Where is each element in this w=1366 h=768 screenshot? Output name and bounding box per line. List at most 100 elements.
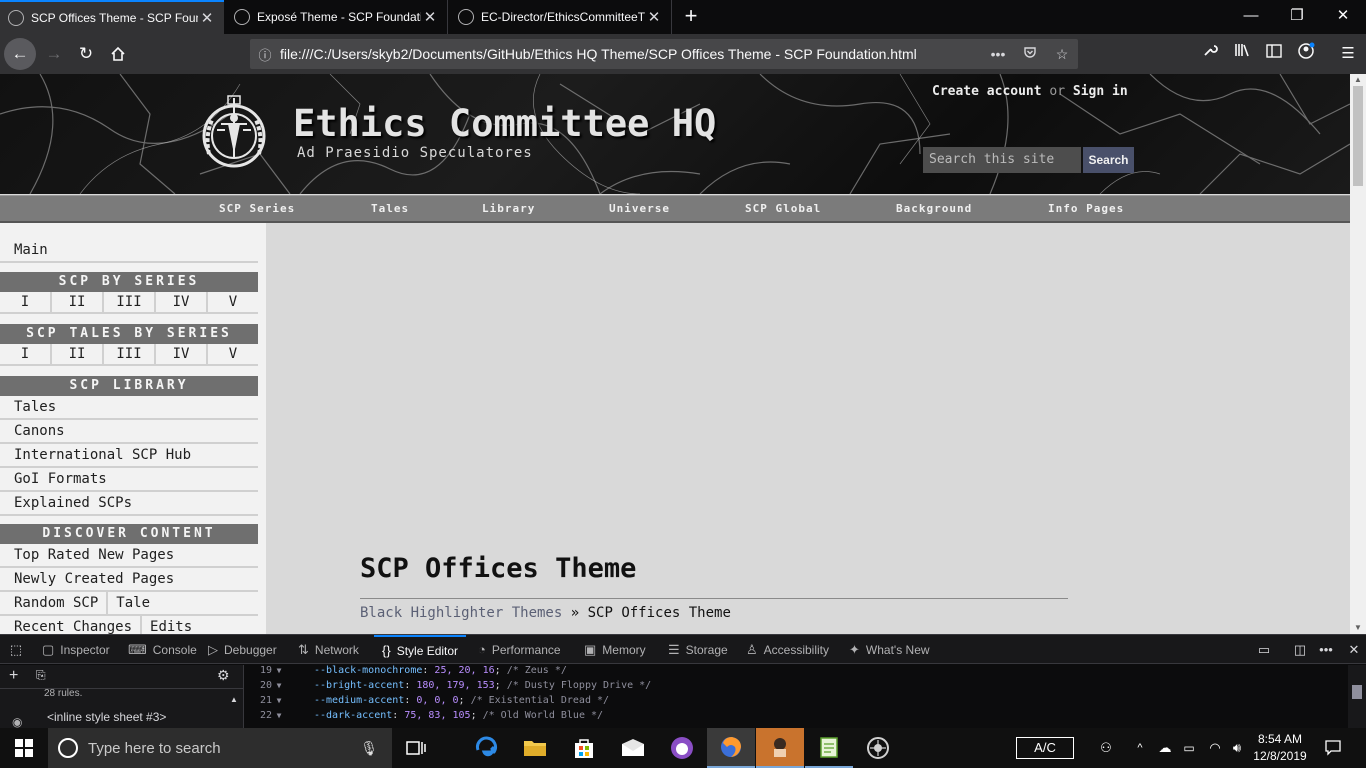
forward-button[interactable]: →	[38, 38, 70, 70]
create-account-link[interactable]: Create account	[932, 84, 1042, 99]
scroll-down-arrow-icon[interactable]: ▼	[1350, 622, 1366, 634]
devtools-tab-style-editor[interactable]: {} Style Editor	[374, 635, 467, 664]
toggle-visibility-eye-icon[interactable]: ◉	[12, 715, 22, 729]
tales-series-3-link[interactable]: III	[104, 344, 156, 364]
topnav-tales[interactable]: Tales	[371, 202, 409, 215]
new-stylesheet-icon[interactable]: +	[9, 667, 18, 685]
sidebar-item-tales[interactable]: Tales	[0, 396, 258, 420]
scroll-up-arrow-icon[interactable]: ▲	[1350, 74, 1366, 86]
topnav-scp-global[interactable]: SCP Global	[745, 202, 821, 215]
wifi-icon[interactable]: ◠	[1204, 728, 1226, 768]
close-devtools-icon[interactable]: ✕	[1344, 641, 1364, 659]
tales-series-4-link[interactable]: IV	[156, 344, 208, 364]
devtools-more-options-icon[interactable]: •••	[1316, 641, 1336, 659]
devtools-tab-network[interactable]: ⇅ Network	[298, 635, 359, 664]
fold-icon[interactable]: ▼	[272, 708, 286, 723]
bookmark-star-icon[interactable]: ☆	[1046, 46, 1078, 63]
new-tab-button[interactable]: +	[678, 4, 704, 30]
devtools-tab-accessibility[interactable]: ♙ Accessibility	[746, 635, 829, 664]
taskbar-file-explorer[interactable]	[511, 728, 559, 768]
sidebar-item-goi-formats[interactable]: GoI Formats	[0, 468, 258, 492]
topnav-universe[interactable]: Universe	[609, 202, 670, 215]
style-editor-code[interactable]: 19 ▼ --black-monochrome: 25, 20, 16; /* Ze…	[244, 665, 1348, 729]
close-tab-icon[interactable]: ✕	[645, 8, 663, 26]
fold-icon[interactable]: ▼	[272, 693, 286, 708]
url-text[interactable]: file:///C:/Users/skyb2/Documents/GitHub/…	[280, 46, 982, 62]
browser-tab-scp-offices[interactable]: SCP Offices Theme - SCP Foundation ✕	[0, 0, 224, 34]
dock-side-icon[interactable]: ◫	[1290, 641, 1310, 659]
back-button[interactable]: ←	[4, 38, 36, 70]
library-icon[interactable]	[1228, 42, 1256, 66]
settings-gear-icon[interactable]: ⚙	[217, 667, 230, 684]
taskbar-firefox[interactable]	[707, 728, 755, 768]
sidebar-item-random-tale[interactable]: Tale	[108, 592, 150, 614]
task-view-button[interactable]	[392, 728, 440, 768]
tales-series-5-link[interactable]: V	[208, 344, 258, 364]
devtools-tab-inspector[interactable]: ▢ Inspector	[42, 635, 110, 664]
devtools-tab-whats-new[interactable]: ✦ What's New	[849, 635, 930, 664]
sidebar-item-top-rated[interactable]: Top Rated New Pages	[0, 544, 258, 568]
element-picker-icon[interactable]: ⬚	[6, 641, 26, 659]
topnav-info-pages[interactable]: Info Pages	[1048, 202, 1124, 215]
battery-icon[interactable]: ▭	[1178, 728, 1200, 768]
sidebar-item-newly-created[interactable]: Newly Created Pages	[0, 568, 258, 592]
sidebar-item-edits[interactable]: Edits	[142, 616, 192, 634]
responsive-mode-icon[interactable]: ▭	[1254, 641, 1274, 659]
devtools-tab-console[interactable]: ⌨ Console	[128, 635, 197, 664]
scp-series-3-link[interactable]: III	[104, 292, 156, 312]
site-search-button[interactable]: Search	[1083, 147, 1134, 173]
scp-series-4-link[interactable]: IV	[156, 292, 208, 312]
start-button[interactable]	[0, 728, 48, 768]
close-window-button[interactable]: ✕	[1320, 0, 1366, 34]
hamburger-menu-icon[interactable]: ☰	[1334, 42, 1362, 66]
page-scrollbar[interactable]: ▲ ▼	[1350, 74, 1366, 634]
topnav-library[interactable]: Library	[482, 202, 535, 215]
pane-scroll-up-icon[interactable]: ▲	[230, 695, 238, 704]
close-tab-icon[interactable]: ✕	[421, 8, 439, 26]
import-stylesheet-icon[interactable]: ⎘	[36, 668, 46, 683]
reload-button[interactable]: ↻	[70, 38, 102, 70]
volume-icon[interactable]: 🔊︎	[1226, 728, 1248, 768]
fold-icon[interactable]: ▼	[272, 678, 286, 693]
tales-series-1-link[interactable]: I	[0, 344, 52, 364]
devtools-tab-debugger[interactable]: ▷ Debugger	[208, 635, 277, 664]
taskbar-app-logo[interactable]	[854, 728, 902, 768]
site-title[interactable]: Ethics Committee HQ	[293, 102, 716, 145]
page-actions-icon[interactable]: •••	[982, 46, 1014, 62]
url-bar[interactable]: ⓘ file:///C:/Users/skyb2/Documents/GitHu…	[250, 39, 1078, 69]
pocket-icon[interactable]	[1014, 46, 1046, 63]
taskbar-mail[interactable]	[609, 728, 657, 768]
sidebar-main-link[interactable]: Main	[0, 239, 258, 263]
people-icon[interactable]: ⚇	[1094, 728, 1118, 768]
restore-window-button[interactable]: ❐	[1274, 0, 1320, 34]
topnav-background[interactable]: Background	[896, 202, 972, 215]
browser-tab-github[interactable]: EC-Director/EthicsCommitteeTheme ✕	[450, 0, 672, 34]
account-icon[interactable]	[1292, 42, 1320, 66]
code-scrollbar-thumb[interactable]	[1352, 685, 1362, 699]
action-center-icon[interactable]	[1320, 728, 1346, 768]
sidebar-item-recent-changes[interactable]: Recent Changes	[0, 616, 143, 634]
taskbar-github-desktop[interactable]	[658, 728, 706, 768]
microphone-icon[interactable]: 🎙	[360, 740, 378, 757]
sidebar-item-random-scp[interactable]: Random SCP	[0, 592, 109, 614]
devtools-tab-performance[interactable]: ◔ Performance	[478, 635, 561, 664]
ac-badge[interactable]: A/C	[1016, 737, 1074, 759]
scrollbar-thumb[interactable]	[1353, 86, 1363, 186]
scp-series-5-link[interactable]: V	[208, 292, 258, 312]
code-scrollbar[interactable]	[1348, 665, 1366, 729]
sidebar-toggle-icon[interactable]	[1260, 42, 1288, 66]
taskbar-app-orange[interactable]	[756, 728, 804, 768]
tales-series-2-link[interactable]: II	[52, 344, 104, 364]
taskbar-clock[interactable]: 8:54 AM 12/8/2019	[1250, 731, 1310, 765]
taskbar-edge[interactable]	[462, 728, 510, 768]
taskbar-search-box[interactable]: Type here to search 🎙	[48, 728, 392, 768]
sidebar-item-explained-scps[interactable]: Explained SCPs	[0, 492, 258, 516]
scp-series-1-link[interactable]: I	[0, 292, 52, 312]
home-button[interactable]	[102, 38, 134, 70]
scp-series-2-link[interactable]: II	[52, 292, 104, 312]
onedrive-cloud-icon[interactable]: ☁	[1154, 728, 1176, 768]
developer-tools-wrench-icon[interactable]	[1196, 42, 1224, 66]
minimize-window-button[interactable]: —	[1228, 0, 1274, 34]
devtools-tab-memory[interactable]: ▣ Memory	[584, 635, 646, 664]
stylesheet-item[interactable]: <inline style sheet #3>	[47, 710, 166, 724]
